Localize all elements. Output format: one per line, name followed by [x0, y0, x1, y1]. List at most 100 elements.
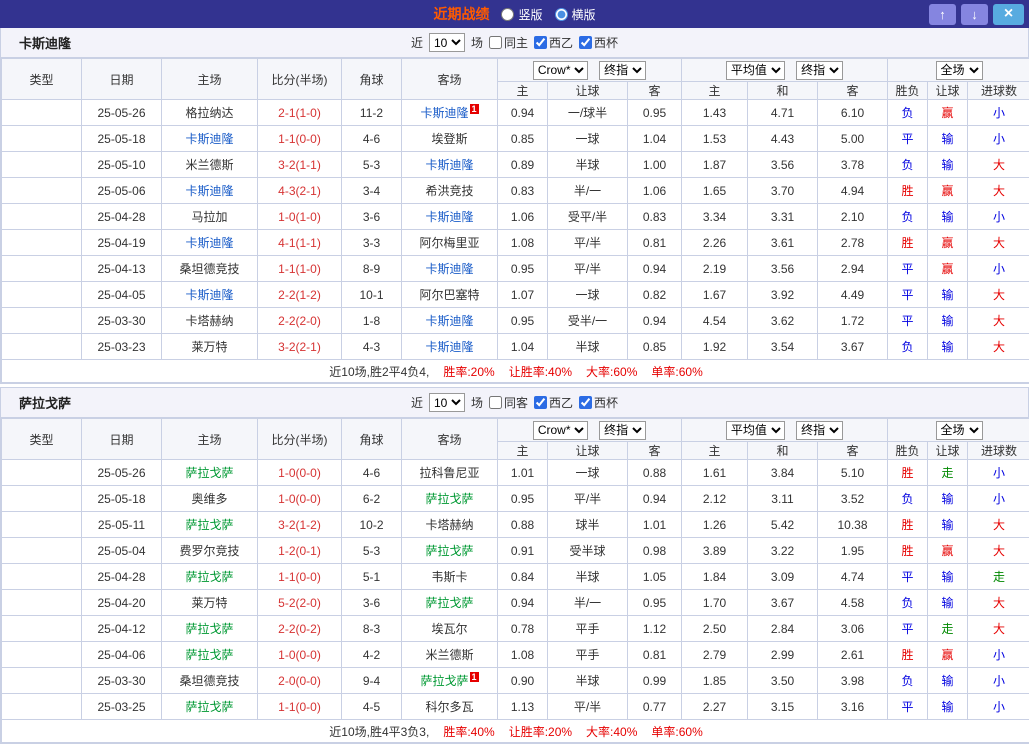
- euro-away-odds: 4.58: [818, 590, 888, 616]
- away-team-link[interactable]: 埃登斯: [431, 132, 467, 146]
- home-team-link[interactable]: 萨拉戈萨: [185, 570, 233, 584]
- match-count-select[interactable]: 10: [429, 393, 465, 412]
- asia-odds-source-select[interactable]: Crow*: [533, 421, 588, 440]
- league-cell: 西乙: [2, 334, 82, 360]
- asia-handicap: 平/半: [548, 694, 628, 720]
- home-team-link[interactable]: 桑坦德竞技: [179, 674, 239, 688]
- away-team-link-cell: 萨拉戈萨: [402, 538, 498, 564]
- away-team-link-cell: 卡斯迪隆1: [402, 100, 498, 126]
- asia-home-odds: 0.78: [498, 616, 548, 642]
- home-team-link[interactable]: 萨拉戈萨: [185, 466, 233, 480]
- league-filter-option-1[interactable]: 西乙: [534, 394, 573, 411]
- result-cell: 负: [888, 590, 928, 616]
- vertical-layout-radio[interactable]: [501, 8, 514, 21]
- match-count-select[interactable]: 10: [429, 33, 465, 52]
- league2-checkbox[interactable]: [579, 396, 592, 409]
- same-venue-option[interactable]: 同客: [489, 394, 528, 411]
- euro-odds-source-select[interactable]: 平均值: [726, 421, 785, 440]
- away-team-link[interactable]: 卡斯迪隆: [425, 340, 473, 354]
- euro-home-odds: 1.85: [682, 668, 748, 694]
- away-team-link[interactable]: 卡斯迪隆: [425, 158, 473, 172]
- away-team-link[interactable]: 萨拉戈萨: [425, 596, 473, 610]
- euro-away-odds: 4.49: [818, 282, 888, 308]
- away-team-link[interactable]: 卡塔赫纳: [425, 518, 473, 532]
- home-team-link[interactable]: 卡斯迪隆: [185, 236, 233, 250]
- euro-odds-source-select[interactable]: 平均值: [726, 61, 785, 80]
- date-cell: 25-04-20: [82, 590, 162, 616]
- asia-odds-stage-select[interactable]: 终指: [599, 61, 646, 80]
- home-team-link[interactable]: 马拉加: [191, 210, 227, 224]
- away-team-link[interactable]: 萨拉戈萨: [420, 674, 468, 688]
- score-cell: 1-0(1-0): [258, 204, 342, 230]
- layout-vertical-option[interactable]: 竖版: [501, 6, 542, 23]
- asia-odds-stage-select[interactable]: 终指: [599, 421, 646, 440]
- layout-horizontal-option[interactable]: 横版: [555, 6, 596, 23]
- home-team-link[interactable]: 莱万特: [191, 596, 227, 610]
- home-team-link[interactable]: 奥维多: [191, 492, 227, 506]
- away-team-link[interactable]: 卡斯迪隆: [425, 314, 473, 328]
- asia-odds-group-header: Crow* 终指: [498, 59, 682, 82]
- same-venue-checkbox[interactable]: [489, 36, 502, 49]
- asia-home-odds: 0.94: [498, 100, 548, 126]
- home-team-link[interactable]: 莱万特: [191, 340, 227, 354]
- away-team-link[interactable]: 萨拉戈萨: [425, 492, 473, 506]
- home-team-link[interactable]: 萨拉戈萨: [185, 700, 233, 714]
- away-team-link[interactable]: 阿尔梅里亚: [419, 236, 479, 250]
- score-cell: 1-0(0-0): [258, 642, 342, 668]
- goals-result-cell: 小: [968, 694, 1029, 720]
- away-team-link[interactable]: 卡斯迪隆: [425, 210, 473, 224]
- away-team-link[interactable]: 卡斯迪隆: [420, 106, 468, 120]
- result-cell: 平: [888, 694, 928, 720]
- euro-away-odds: 5.10: [818, 460, 888, 486]
- summary-stat: 单率:60%: [651, 725, 702, 739]
- euro-odds-stage-select[interactable]: 终指: [796, 61, 843, 80]
- corner-cell: 3-3: [342, 230, 402, 256]
- match-scope-select[interactable]: 全场: [936, 421, 983, 440]
- away-team-link-cell: 阿尔巴塞特: [402, 282, 498, 308]
- away-team-link[interactable]: 拉科鲁尼亚: [419, 466, 479, 480]
- away-team-link[interactable]: 卡斯迪隆: [425, 262, 473, 276]
- away-team-link[interactable]: 米兰德斯: [425, 648, 473, 662]
- away-team-link[interactable]: 科尔多瓦: [425, 700, 473, 714]
- home-team-link[interactable]: 卡斯迪隆: [185, 132, 233, 146]
- league1-checkbox[interactable]: [534, 36, 547, 49]
- home-team-link[interactable]: 米兰德斯: [185, 158, 233, 172]
- away-team-link[interactable]: 韦斯卡: [431, 570, 467, 584]
- close-icon: ×: [1004, 5, 1013, 23]
- match-scope-select[interactable]: 全场: [936, 61, 983, 80]
- home-team-link[interactable]: 卡斯迪隆: [185, 184, 233, 198]
- handicap-result-cell: 赢: [928, 642, 968, 668]
- league-filter-option-2[interactable]: 西杯: [579, 394, 618, 411]
- league1-checkbox[interactable]: [534, 396, 547, 409]
- home-team-link[interactable]: 卡塔赫纳: [185, 314, 233, 328]
- scroll-down-button[interactable]: ↓: [961, 4, 988, 25]
- away-team-link[interactable]: 阿尔巴塞特: [419, 288, 479, 302]
- close-button[interactable]: ×: [993, 4, 1024, 25]
- goals-result-cell: 小: [968, 642, 1029, 668]
- filter-matches-label: 场: [471, 34, 483, 51]
- asia-odds-source-select[interactable]: Crow*: [533, 61, 588, 80]
- home-team-link[interactable]: 费罗尔竞技: [179, 544, 239, 558]
- asia-handicap: 平手: [548, 642, 628, 668]
- home-team-link[interactable]: 桑坦德竞技: [179, 262, 239, 276]
- asia-handicap: 平/半: [548, 256, 628, 282]
- euro-away-odds: 2.94: [818, 256, 888, 282]
- scroll-up-button[interactable]: ↑: [929, 4, 956, 25]
- league-filter-option-1[interactable]: 西乙: [534, 34, 573, 51]
- away-team-link[interactable]: 希洪竞技: [425, 184, 473, 198]
- home-team-link[interactable]: 萨拉戈萨: [185, 622, 233, 636]
- same-venue-checkbox[interactable]: [489, 396, 502, 409]
- home-team-link[interactable]: 格拉纳达: [185, 106, 233, 120]
- horizontal-layout-radio[interactable]: [555, 8, 568, 21]
- date-cell: 25-03-23: [82, 334, 162, 360]
- euro-odds-stage-select[interactable]: 终指: [796, 421, 843, 440]
- result-cell: 平: [888, 308, 928, 334]
- away-team-link[interactable]: 萨拉戈萨: [425, 544, 473, 558]
- away-team-link[interactable]: 埃瓦尔: [431, 622, 467, 636]
- home-team-link[interactable]: 卡斯迪隆: [185, 288, 233, 302]
- league-filter-option-2[interactable]: 西杯: [579, 34, 618, 51]
- same-venue-option[interactable]: 同主: [489, 34, 528, 51]
- league2-checkbox[interactable]: [579, 36, 592, 49]
- home-team-link[interactable]: 萨拉戈萨: [185, 518, 233, 532]
- home-team-link[interactable]: 萨拉戈萨: [185, 648, 233, 662]
